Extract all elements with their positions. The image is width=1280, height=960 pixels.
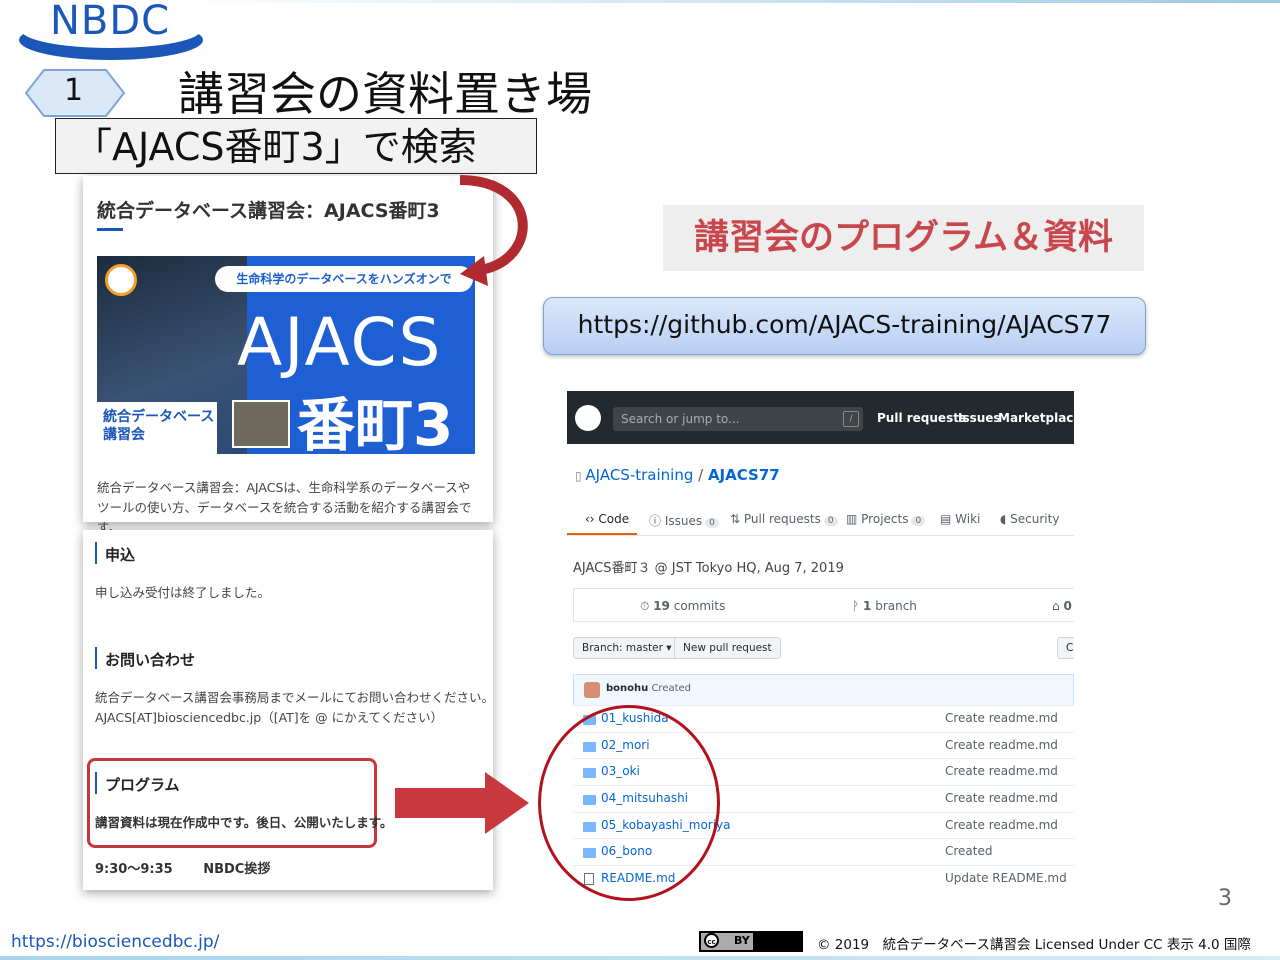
folders-highlight-ellipse [538,705,720,901]
file-commit-message[interactable]: Create readme.md [945,711,1058,725]
clone-button[interactable]: C [1057,637,1074,659]
issue-icon: ⓘ [649,514,665,528]
logo-text: NBDC [50,0,171,44]
avatar[interactable] [584,682,600,698]
nav-issues[interactable]: Issues [958,411,1001,425]
tab-projects[interactable]: ▥ Projects 0 [846,512,926,526]
shield-icon: ◖ [1000,512,1011,526]
repo-owner-link[interactable]: AJACS-training [585,466,693,484]
nav-marketplace[interactable]: Marketplace [998,411,1074,425]
banner-subtitle-line2: 講習会 [103,427,145,443]
file-commit-message[interactable]: Create readme.md [945,764,1058,778]
program-materials-label: 講習会のプログラム＆資料 [663,205,1144,271]
curved-arrow-icon [459,175,528,286]
github-search-input[interactable]: Search or jump to... [613,407,863,431]
apply-heading: 申込 [105,546,136,564]
tab-security[interactable]: ◖ Security [1000,512,1059,526]
copyright-text: © 2019 統合データベース講習会 Licensed Under CC 表示 … [817,937,1251,953]
event-banner: 生命科学のデータベースをハンズオンで AJACS 番町3 統合データベース 講習… [97,256,475,454]
banner-tagline: 生命科学のデータベースをハンズオンで [215,266,473,292]
badge-number: 1 [64,73,84,108]
event-info-card: 申込 申し込み受付は終了しました。 お問い合わせ 統合データベース講習会事務局ま… [83,530,495,890]
file-commit-message[interactable]: Create readme.md [945,738,1058,752]
history-icon: ⏱ [640,599,654,613]
search-hint-box: 「AJACS番町3」で検索 [55,118,537,174]
banner-photo [232,400,290,448]
section-bar [95,542,97,564]
banner-icon [105,264,137,296]
repo-separator: / [693,466,708,484]
commit-message[interactable]: Created [651,683,691,694]
contact-line1: 統合データベース講習会事務局までメールにてお問い合わせください。 [95,690,495,705]
tab-issues[interactable]: ⓘ Issues 0 [649,512,719,529]
event-description: 統合データベース講習会：AJACSは、生命科学系のデータベースやツールの使い方、… [97,480,472,535]
schedule-row: 9:30〜9:35 NBDC挨拶 [95,858,270,877]
repo-tabs: ‹› Code ⓘ Issues 0 ⇅ Pull requests 0 ▥ Pro… [567,505,1074,536]
banner-subtitle: 統合データベース 講習会 [97,402,217,454]
commit-info: bonohu Created [606,683,691,694]
cc-license-badge: cc BY [699,931,803,952]
repo-description: AJACS番町３ @ JST Tokyo HQ, Aug 7, 2019 [573,561,844,576]
page-number: 3 [1218,886,1232,911]
banner-subtitle-line1: 統合データベース [103,409,215,425]
branches-link[interactable]: ᚹ 1 branch [852,599,917,613]
repo-stats-bar: ⏱ 19 commits ᚹ 1 branch ⌂ 0 [573,588,1074,622]
pr-icon: ⇅ [730,512,744,526]
contact-heading: お問い合わせ [105,651,196,669]
releases-link[interactable]: ⌂ 0 [1052,599,1072,613]
bottom-decor-line [0,956,1280,960]
latest-commit-bar: bonohu Created [573,674,1074,706]
tab-wiki[interactable]: ▤ Wiki [940,512,980,526]
nav-pull-requests[interactable]: Pull requests [877,411,966,425]
top-decor-line [180,0,1280,3]
cc-icon: cc [704,933,719,948]
tab-pull-requests[interactable]: ⇅ Pull requests 0 [730,512,838,526]
file-commit-message[interactable]: Create readme.md [945,791,1058,805]
cc-by-text: BY [734,934,750,947]
tab-code[interactable]: ‹› Code [585,512,629,526]
github-navbar: Search or jump to... / Pull requests Iss… [567,391,1074,444]
tag-icon: ⌂ [1052,599,1064,613]
slash-key-icon: / [843,411,859,427]
banner-ajacs: AJACS [237,304,443,381]
branch-icon: ᚹ [852,599,864,613]
wiki-icon: ▤ [940,512,956,526]
file-commit-message[interactable]: Created [945,844,993,858]
commit-user[interactable]: bonohu [606,683,648,694]
program-text: 講習資料は現在作成中です。後日、公開いたします。 [95,815,393,830]
footer-url-link[interactable]: https://biosciencedbc.jp/ [11,932,219,952]
apply-text: 申し込み受付は終了しました。 [95,585,271,600]
right-arrow-icon [395,772,529,834]
event-page-card: 統合データベース講習会：AJACS番町3 生命科学のデータベースをハンズオンで … [83,176,493,535]
new-pull-request-button[interactable]: New pull request [674,637,781,659]
title-underline [97,228,123,231]
project-icon: ▥ [846,512,862,526]
file-commit-message[interactable]: Create readme.md [945,818,1058,832]
github-logo-icon[interactable] [575,405,601,431]
schedule-label: NBDC挨拶 [203,862,271,877]
repo-title: ▯ AJACS-training / AJACS77 [575,466,780,484]
program-highlight-box [87,758,377,848]
active-tab-indicator [567,533,637,535]
banner-bancho: 番町3 [297,391,454,454]
program-heading: プログラム [105,776,180,794]
section-bar [95,647,97,669]
contact-line2: AJACS[AT]biosciencedbc.jp（[AT]を @ にかえてくだ… [95,710,444,725]
section-bar [95,772,97,794]
code-icon: ‹› [585,512,599,526]
commits-link[interactable]: ⏱ 19 commits [640,599,725,614]
repo-icon: ▯ [575,469,586,483]
repo-name-link[interactable]: AJACS77 [708,466,780,484]
schedule-time: 9:30〜9:35 [95,862,173,877]
github-url-link[interactable]: https://github.com/AJACS-training/AJACS7… [543,297,1146,355]
event-page-title: 統合データベース講習会：AJACS番町3 [97,200,440,222]
slide-title: 講習会の資料置き場 [178,67,592,121]
file-commit-message[interactable]: Update README.md [945,871,1067,885]
branch-select[interactable]: Branch: master ▾ [573,637,681,659]
